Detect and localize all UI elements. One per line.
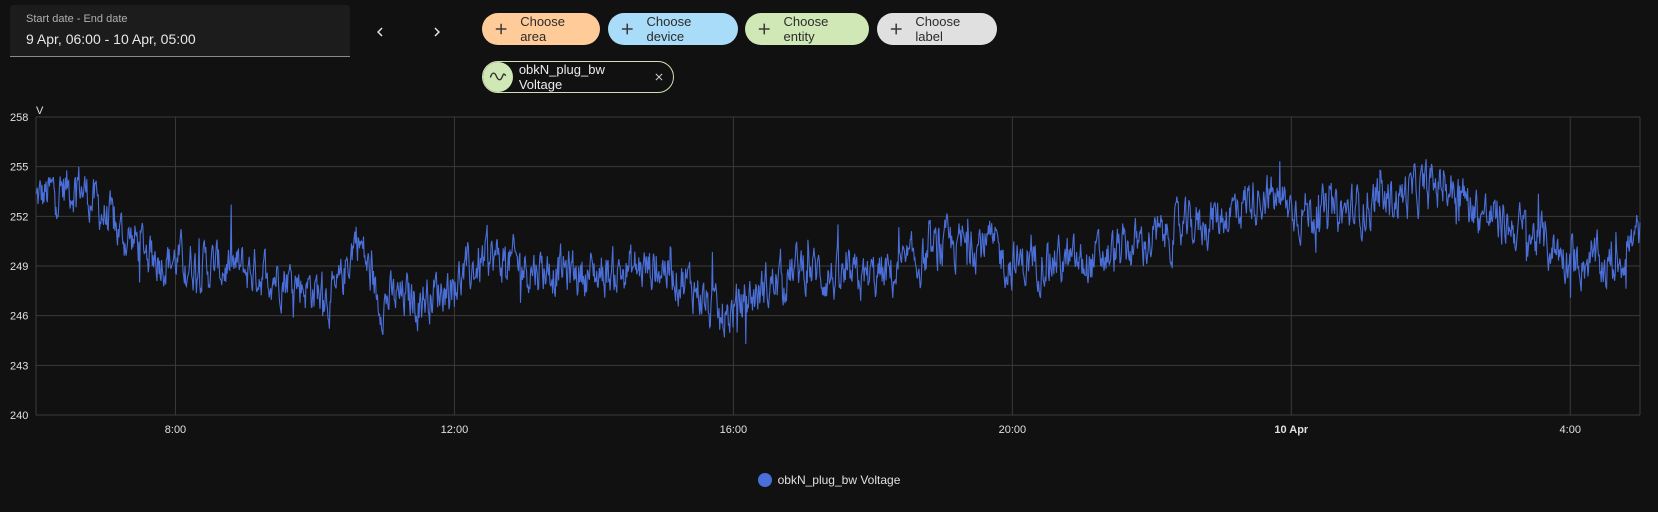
y-tick-label: 255 — [10, 162, 28, 174]
choose-label-chip[interactable]: Choose label — [877, 13, 997, 45]
y-tick-label: 246 — [10, 311, 28, 323]
date-range-picker[interactable]: Start date - End date 9 Apr, 06:00 - 10 … — [10, 5, 350, 57]
voltage-history-chart[interactable]: V 240 243 246 249 252 255 258 8:00 12:00 16:00 20… — [0, 100, 1658, 472]
next-period-button[interactable] — [419, 14, 455, 50]
remove-entity-button[interactable] — [651, 69, 667, 85]
plus-icon — [495, 23, 507, 35]
selected-entity-chip[interactable]: obkN_plug_bw Voltage — [482, 61, 674, 93]
y-tick-label: 240 — [10, 410, 28, 422]
x-tick-label: 20:00 — [999, 424, 1027, 436]
entity-icon-badge — [483, 62, 513, 92]
date-range-value: 9 Apr, 06:00 - 10 Apr, 05:00 — [26, 31, 196, 47]
chart-grid — [35, 116, 1641, 416]
plus-icon — [890, 23, 902, 35]
x-tick-label: 16:00 — [720, 424, 748, 436]
series-line-voltage[interactable] — [35, 159, 1641, 345]
x-tick-label: 4:00 — [1560, 424, 1581, 436]
previous-period-button[interactable] — [362, 14, 398, 50]
y-tick-label: 258 — [10, 112, 28, 124]
y-tick-label: 249 — [10, 261, 28, 273]
legend-series-name: obkN_plug_bw Voltage — [777, 473, 901, 487]
plus-icon — [758, 23, 770, 35]
selected-entity-label: obkN_plug_bw Voltage — [518, 62, 605, 92]
legend-color-dot — [757, 473, 772, 487]
chevron-right-icon — [434, 27, 440, 37]
choose-entity-label: Choose entity — [783, 14, 829, 44]
choose-label-label: Choose label — [915, 14, 961, 44]
choose-area-label: Choose area — [520, 14, 566, 44]
y-tick-label: 252 — [10, 211, 28, 223]
plus-icon — [621, 23, 633, 35]
chart-legend[interactable]: obkN_plug_bw Voltage — [0, 473, 1658, 487]
x-tick-label: 10 Apr — [1274, 424, 1309, 436]
choose-device-chip[interactable]: Choose device — [608, 13, 738, 45]
x-tick-label: 8:00 — [165, 424, 186, 436]
choose-area-chip[interactable]: Choose area — [482, 13, 600, 45]
y-axis-ticks: 240 243 246 249 252 255 258 — [10, 112, 28, 422]
choose-entity-chip[interactable]: Choose entity — [745, 13, 869, 45]
y-tick-label: 243 — [10, 360, 28, 372]
y-axis-unit-label: V — [36, 105, 44, 117]
x-axis-ticks: 8:00 12:00 16:00 20:00 10 Apr 4:00 — [165, 424, 1581, 436]
x-tick-label: 12:00 — [441, 424, 469, 436]
sine-wave-icon — [489, 72, 507, 81]
close-icon — [655, 73, 663, 81]
date-range-label: Start date - End date — [26, 13, 128, 25]
choose-device-label: Choose device — [646, 14, 692, 44]
chevron-left-icon — [377, 27, 383, 37]
